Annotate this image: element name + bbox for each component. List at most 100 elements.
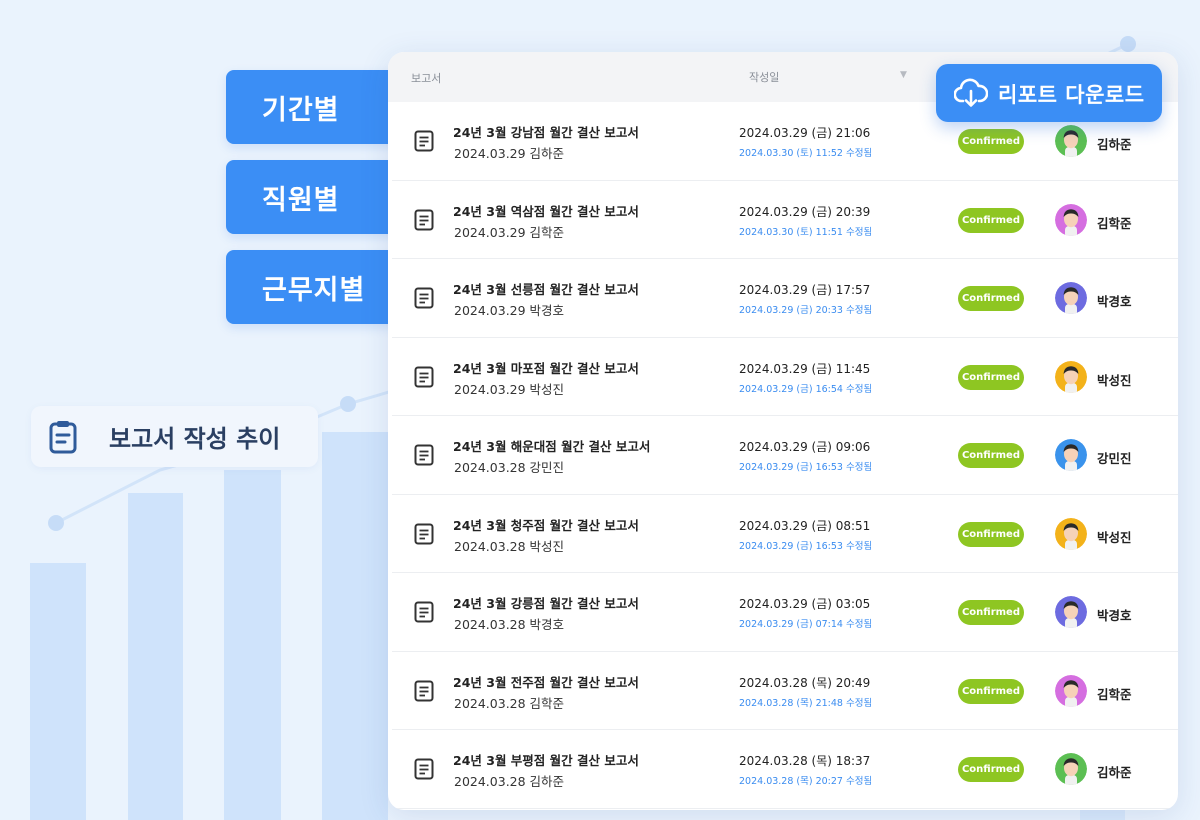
created-datetime: 2024.03.29 (금) 20:39 — [739, 204, 871, 219]
report-download-button[interactable]: 리포트 다운로드 — [936, 64, 1162, 122]
edited-datetime: 2024.03.29 (금) 16:53 수정됨 — [739, 540, 873, 552]
created-datetime: 2024.03.29 (금) 21:06 — [739, 126, 871, 140]
author-name: 김하준 — [1097, 765, 1132, 780]
bg-bar — [224, 470, 281, 820]
document-icon — [414, 130, 434, 156]
status-badge: Confirmed — [958, 286, 1024, 311]
trend-label-text: 보고서 작성 추이 — [109, 425, 281, 453]
report-meta: 2024.03.29 김하준 — [454, 146, 565, 161]
report-title[interactable]: 24년 3월 전주점 월간 결산 보고서 — [453, 672, 639, 691]
document-icon — [414, 209, 434, 235]
avatar — [1055, 753, 1087, 785]
report-row[interactable]: 24년 3월 선릉점 월간 결산 보고서 2024.03.29 박경호 2024.0… — [392, 259, 1178, 338]
author-name: 박성진 — [1097, 372, 1132, 388]
edited-datetime: 2024.03.30 (토) 11:51 수정됨 — [739, 226, 873, 238]
status-badge: Confirmed — [958, 678, 1024, 704]
document-icon — [414, 287, 434, 313]
bg-trend-point — [1120, 36, 1136, 52]
report-meta: 2024.03.28 박성진 — [454, 538, 565, 554]
author-name: 김학준 — [1097, 686, 1132, 702]
report-row[interactable]: 24년 3월 부평점 월간 결산 보고서 2024.03.28 김하준 2024.0… — [392, 730, 1178, 809]
avatar — [1055, 439, 1087, 471]
report-title[interactable]: 24년 3월 청주점 월간 결산 보고서 — [453, 515, 639, 534]
edited-datetime: 2024.03.28 (목) 21:48 수정됨 — [739, 697, 873, 709]
filter-tab-period[interactable]: 기간별 — [226, 70, 406, 144]
avatar — [1055, 203, 1087, 236]
filter-tab-workplace[interactable]: 근무지별 — [226, 250, 406, 324]
report-title[interactable]: 24년 3월 강릉점 월간 결산 보고서 — [453, 593, 639, 612]
report-meta: 2024.03.28 박경호 — [454, 617, 565, 632]
report-title[interactable]: 24년 3월 해운대점 월간 결산 보고서 — [453, 436, 650, 455]
sort-caret-icon[interactable]: ▼ — [900, 70, 907, 80]
report-row[interactable]: 24년 3월 전주점 월간 결산 보고서 2024.03.28 김학준 2024.0… — [392, 652, 1178, 730]
document-icon — [414, 680, 434, 706]
document-icon — [414, 523, 434, 549]
document-icon — [414, 366, 434, 392]
download-button-label: 리포트 다운로드 — [998, 83, 1145, 107]
author-name: 김하준 — [1097, 137, 1132, 152]
created-datetime: 2024.03.29 (금) 09:06 — [739, 440, 871, 454]
avatar — [1055, 360, 1087, 393]
document-icon — [414, 601, 434, 627]
bg-bar — [322, 432, 388, 820]
clipboard-icon — [48, 420, 78, 458]
status-badge: Confirmed — [958, 207, 1024, 233]
report-title[interactable]: 24년 3월 마포점 월간 결산 보고서 — [453, 358, 639, 377]
report-row[interactable]: 24년 3월 역삼점 월간 결산 보고서 2024.03.29 김학준 2024.0… — [392, 181, 1178, 259]
cloud-download-icon — [953, 77, 989, 113]
bg-bar — [30, 563, 86, 820]
edited-datetime: 2024.03.29 (금) 07:14 수정됨 — [739, 619, 873, 630]
avatar — [1055, 125, 1087, 157]
bg-trend-point — [340, 396, 356, 412]
status-badge: Confirmed — [958, 443, 1024, 468]
filter-tab-employee[interactable]: 직원별 — [226, 160, 406, 234]
created-datetime: 2024.03.29 (금) 08:51 — [739, 518, 871, 533]
status-badge: Confirmed — [958, 600, 1024, 625]
created-datetime: 2024.03.29 (금) 17:57 — [739, 283, 871, 297]
edited-datetime: 2024.03.28 (목) 20:27 수정됨 — [739, 776, 873, 787]
avatar — [1055, 282, 1087, 314]
report-meta: 2024.03.28 김하준 — [454, 774, 565, 789]
report-rows: 24년 3월 강남점 월간 결산 보고서 2024.03.29 김하준 2024.0… — [392, 102, 1178, 809]
author-name: 박성진 — [1097, 529, 1132, 545]
report-trend-label: 보고서 작성 추이 — [31, 406, 318, 467]
created-datetime: 2024.03.28 (목) 18:37 — [739, 754, 871, 768]
bg-bar — [128, 493, 183, 820]
author-name: 박경호 — [1097, 294, 1132, 309]
status-badge: Confirmed — [958, 364, 1024, 390]
report-row[interactable]: 24년 3월 마포점 월간 결산 보고서 2024.03.29 박성진 2024.0… — [392, 338, 1178, 416]
report-row[interactable]: 24년 3월 강릉점 월간 결산 보고서 2024.03.28 박경호 2024.0… — [392, 573, 1178, 652]
edited-datetime: 2024.03.30 (토) 11:52 수정됨 — [739, 148, 873, 159]
avatar — [1055, 674, 1087, 707]
report-meta: 2024.03.28 김학준 — [454, 695, 565, 711]
report-meta: 2024.03.29 박성진 — [454, 381, 565, 397]
author-name: 박경호 — [1097, 608, 1132, 623]
created-datetime: 2024.03.28 (목) 20:49 — [739, 675, 871, 690]
report-meta: 2024.03.29 김학준 — [454, 224, 565, 240]
report-title[interactable]: 24년 3월 선릉점 월간 결산 보고서 — [453, 279, 639, 298]
document-icon — [414, 758, 434, 784]
report-list-panel: 보고서 작성일 ▼ 24년 3월 강남점 월간 결산 보고서 2024.03.29… — [388, 52, 1178, 810]
report-title[interactable]: 24년 3월 부평점 월간 결산 보고서 — [453, 750, 639, 769]
report-row[interactable]: 24년 3월 청주점 월간 결산 보고서 2024.03.28 박성진 2024.0… — [392, 495, 1178, 573]
avatar — [1055, 596, 1087, 628]
report-row[interactable]: 24년 3월 해운대점 월간 결산 보고서 2024.03.28 강민진 2024.… — [392, 416, 1178, 495]
author-name: 김학준 — [1097, 215, 1132, 231]
status-badge: Confirmed — [958, 757, 1024, 782]
edited-datetime: 2024.03.29 (금) 16:53 수정됨 — [739, 462, 873, 473]
column-header-report[interactable]: 보고서 — [411, 70, 441, 86]
report-meta: 2024.03.28 강민진 — [454, 460, 565, 475]
edited-datetime: 2024.03.29 (금) 20:33 수정됨 — [739, 305, 873, 316]
status-badge: Confirmed — [958, 521, 1024, 547]
report-title[interactable]: 24년 3월 강남점 월간 결산 보고서 — [453, 122, 639, 141]
author-name: 강민진 — [1097, 451, 1132, 466]
column-header-created-date[interactable]: 작성일 — [749, 69, 779, 85]
bg-trend-point — [48, 515, 64, 531]
report-title[interactable]: 24년 3월 역삼점 월간 결산 보고서 — [453, 201, 639, 220]
document-icon — [414, 444, 434, 470]
report-meta: 2024.03.29 박경호 — [454, 303, 565, 318]
created-datetime: 2024.03.29 (금) 03:05 — [739, 597, 871, 611]
status-badge: Confirmed — [958, 129, 1024, 154]
avatar — [1055, 517, 1087, 550]
created-datetime: 2024.03.29 (금) 11:45 — [739, 361, 871, 376]
